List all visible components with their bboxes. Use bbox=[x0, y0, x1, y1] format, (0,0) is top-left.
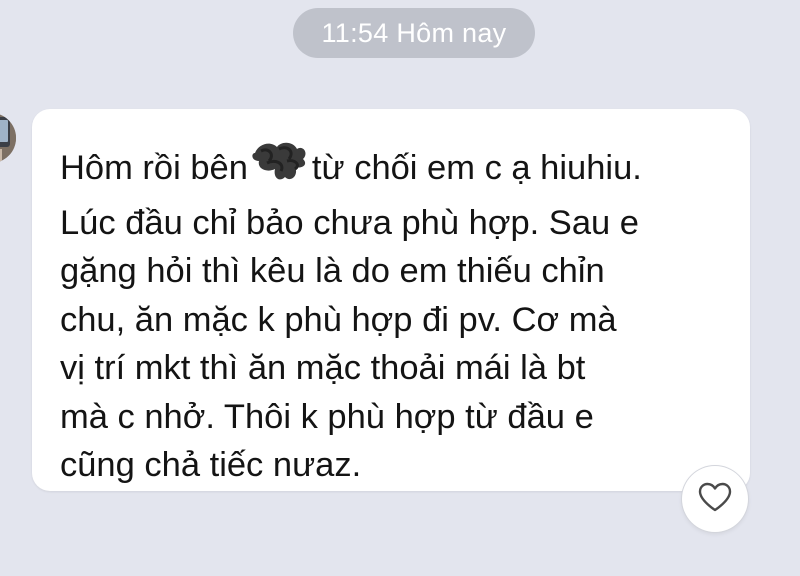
message-line: Lúc đầu chỉ bảo chưa phù hợp. Sau e bbox=[60, 203, 639, 242]
message-bubble[interactable]: Hôm rồi bên từ chối em c ạ hiuhiu. Lúc đ… bbox=[32, 109, 750, 491]
message-text-segment: Hôm rồi bên bbox=[60, 149, 248, 187]
message-line: gặng hỏi thì kêu là do em thiếu chỉn bbox=[60, 252, 605, 290]
message-text-segment: từ chối em c ạ hiuhiu. bbox=[311, 149, 642, 187]
sender-avatar[interactable] bbox=[0, 113, 16, 163]
react-heart-button[interactable] bbox=[682, 466, 748, 532]
message-line: mà c nhở. Thôi k phù hợp từ đầu e bbox=[60, 397, 594, 436]
scribble-redaction bbox=[249, 139, 311, 199]
message-line: cũng chả tiếc nưaz. bbox=[60, 446, 362, 484]
heart-outline-icon bbox=[697, 481, 733, 518]
message-line: chu, ăn mặc k phù hợp đi pv. Cơ mà bbox=[60, 300, 617, 339]
message-line: Hôm rồi bên từ chối em c ạ hiuhiu. bbox=[60, 139, 740, 199]
message-line: vị trí mkt thì ăn mặc thoải mái là bt bbox=[60, 349, 586, 387]
timestamp-pill: 11:54 Hôm nay bbox=[293, 8, 535, 58]
